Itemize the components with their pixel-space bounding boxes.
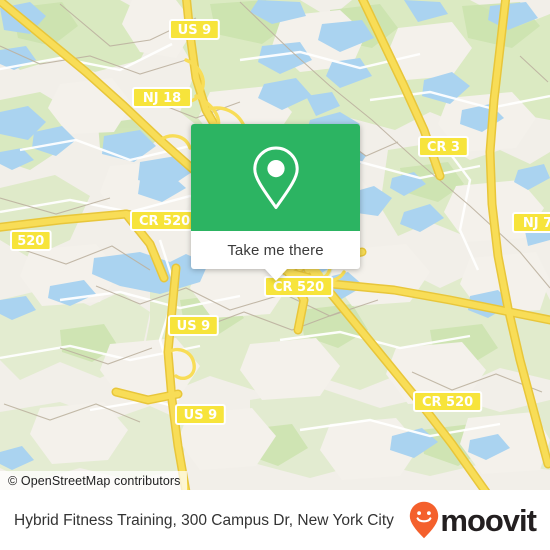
svg-text:520: 520 xyxy=(17,234,44,249)
svg-text:US 9: US 9 xyxy=(178,23,212,38)
road-shield-cr520-right: CR 520 xyxy=(413,391,483,412)
road-shield-us9-bot: US 9 xyxy=(175,404,226,425)
svg-text:CR 520: CR 520 xyxy=(139,214,190,229)
osm-attribution-text: © OpenStreetMap contributors xyxy=(8,473,181,488)
road-shield-cr3: CR 3 xyxy=(418,136,469,157)
callout-icon-panel xyxy=(191,124,360,231)
road-shield-nj79: NJ 79 xyxy=(512,212,550,233)
moovit-map-screenshot: US 9 NJ 18 CR 3 CR 520 520 NJ 79 CR 520 US 9 US … xyxy=(0,0,550,550)
moovit-pin-icon xyxy=(410,501,439,539)
svg-text:NJ 18: NJ 18 xyxy=(143,91,181,106)
place-title: Hybrid Fitness Training, 300 Campus Dr, … xyxy=(14,511,394,529)
road-shield-us9-top: US 9 xyxy=(169,19,220,40)
svg-text:US 9: US 9 xyxy=(184,408,218,423)
road-shield-nj18: NJ 18 xyxy=(132,87,192,108)
place-callout-card[interactable]: Take me there xyxy=(191,124,360,281)
svg-text:CR 520: CR 520 xyxy=(422,395,473,410)
callout-pointer-tail xyxy=(264,269,287,281)
road-shield-520-edge: 520 xyxy=(10,230,52,251)
map-pin-icon xyxy=(252,146,299,209)
moovit-wordmark: moovit xyxy=(440,502,537,538)
footer-bar: Hybrid Fitness Training, 300 Campus Dr, … xyxy=(0,490,550,550)
map-canvas[interactable]: US 9 NJ 18 CR 3 CR 520 520 NJ 79 CR 520 US 9 US … xyxy=(0,0,550,490)
road-shield-cr520-left: CR 520 xyxy=(130,210,200,231)
svg-text:US 9: US 9 xyxy=(177,319,211,334)
osm-attribution: © OpenStreetMap contributors xyxy=(0,471,187,490)
moovit-logo[interactable]: moovit xyxy=(409,501,550,539)
svg-text:NJ 79: NJ 79 xyxy=(523,216,550,231)
take-me-there-label: Take me there xyxy=(227,241,324,259)
svg-text:CR 3: CR 3 xyxy=(427,140,460,155)
callout-action-panel[interactable]: Take me there xyxy=(191,231,360,281)
road-shield-us9-mid: US 9 xyxy=(168,315,219,336)
svg-text:CR 520: CR 520 xyxy=(273,280,324,295)
